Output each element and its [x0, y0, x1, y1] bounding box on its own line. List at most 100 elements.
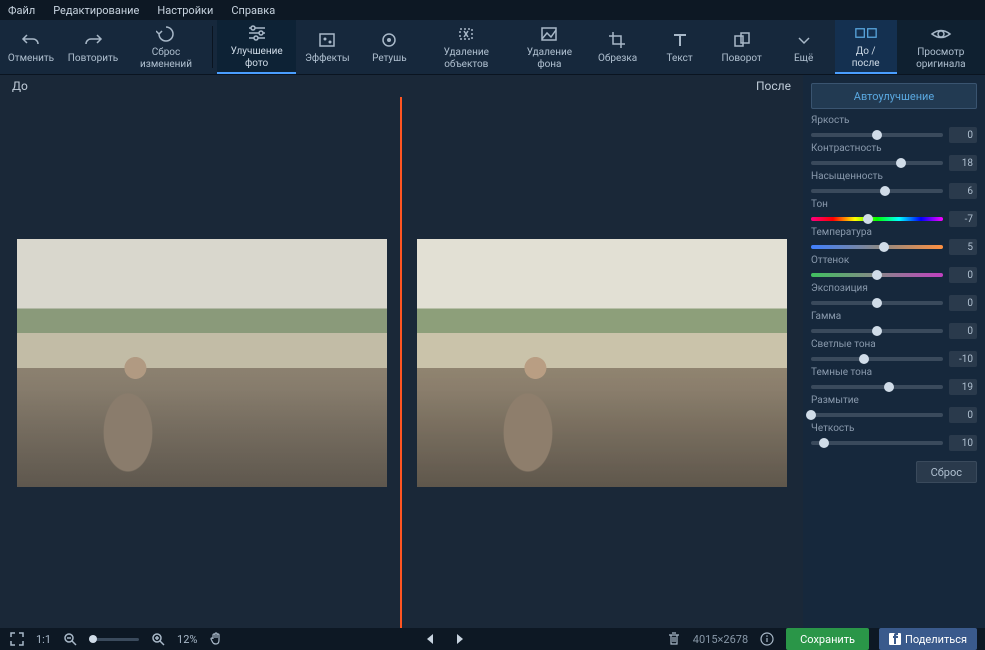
remove-objects-button[interactable]: Удаление объектов	[420, 20, 512, 74]
reset-label: Сброс изменений	[130, 47, 202, 71]
compare-divider[interactable]	[400, 97, 402, 628]
slider-track[interactable]	[811, 413, 943, 417]
remove-bg-button[interactable]: Удаление фона	[512, 20, 586, 74]
slider-value[interactable]: 0	[949, 323, 977, 339]
slider-экспозиция: Экспозиция0	[811, 283, 977, 311]
zoom-value: 12%	[177, 633, 197, 646]
slider-track[interactable]	[811, 385, 943, 389]
slider-value[interactable]: 5	[949, 239, 977, 255]
reset-changes-button[interactable]: Сброс изменений	[124, 20, 208, 74]
enhance-label: Улучшение фото	[223, 46, 291, 70]
slider-размытие: Размытие0	[811, 395, 977, 423]
share-button[interactable]: Поделиться	[879, 628, 977, 650]
image-after[interactable]	[417, 239, 787, 487]
slider-label: Контрастность	[811, 143, 977, 154]
redo-button[interactable]: Повторить	[62, 20, 124, 74]
after-label: После	[756, 79, 791, 93]
slider-label: Тон	[811, 199, 977, 210]
slider-track[interactable]	[811, 217, 943, 221]
menu-help[interactable]: Справка	[231, 4, 275, 17]
auto-enhance-button[interactable]: Автоулучшение	[811, 83, 977, 109]
slider-value[interactable]: 0	[949, 295, 977, 311]
slider-track[interactable]	[811, 245, 943, 249]
rotate-icon	[731, 29, 753, 51]
effects-button[interactable]: Эффекты	[296, 20, 358, 74]
menu-settings[interactable]: Настройки	[157, 4, 213, 17]
text-icon	[669, 29, 691, 51]
zoom-in-button[interactable]	[149, 630, 167, 648]
redo-label: Повторить	[68, 53, 118, 65]
slider-track[interactable]	[811, 441, 943, 445]
slider-четкость: Четкость10	[811, 423, 977, 451]
text-button[interactable]: Текст	[649, 20, 711, 74]
menu-edit[interactable]: Редактирование	[53, 4, 139, 17]
eraser-icon	[455, 23, 477, 45]
zoom-out-button[interactable]	[61, 630, 79, 648]
share-label: Поделиться	[905, 633, 967, 646]
crop-button[interactable]: Обрезка	[587, 20, 649, 74]
info-button[interactable]	[758, 630, 776, 648]
text-label: Текст	[667, 53, 693, 65]
facebook-icon	[889, 633, 901, 645]
slider-track[interactable]	[811, 301, 943, 305]
prev-button[interactable]	[421, 630, 439, 648]
crop-label: Обрезка	[598, 53, 637, 65]
sliders-icon	[246, 22, 268, 44]
slider-темные тона: Темные тона19	[811, 367, 977, 395]
canvas-area: До После	[0, 75, 803, 628]
fullscreen-button[interactable]	[8, 630, 26, 648]
slider-насыщенность: Насыщенность6	[811, 171, 977, 199]
redo-icon	[82, 29, 104, 51]
fit-button[interactable]: 1:1	[36, 633, 51, 646]
rotate-button[interactable]: Поворот	[711, 20, 773, 74]
slider-value[interactable]: 18	[949, 155, 977, 171]
slider-value[interactable]: 0	[949, 127, 977, 143]
slider-тон: Тон-7	[811, 199, 977, 227]
view-original-button[interactable]: Просмотр оригинала	[897, 20, 985, 74]
remove-bg-icon	[538, 23, 560, 45]
slider-label: Гамма	[811, 311, 977, 322]
slider-value[interactable]: 19	[949, 379, 977, 395]
chevron-down-icon	[793, 29, 815, 51]
undo-icon	[20, 29, 42, 51]
reset-sliders-button[interactable]: Сброс	[916, 461, 977, 483]
slider-value[interactable]: 0	[949, 407, 977, 423]
slider-гамма: Гамма0	[811, 311, 977, 339]
slider-светлые тона: Светлые тона-10	[811, 339, 977, 367]
more-button[interactable]: Ещё	[773, 20, 835, 74]
before-label: До	[12, 79, 28, 93]
slider-value[interactable]: -10	[949, 351, 977, 367]
next-button[interactable]	[451, 630, 469, 648]
slider-label: Насыщенность	[811, 171, 977, 182]
view-original-label: Просмотр оригинала	[903, 47, 979, 71]
slider-value[interactable]: 0	[949, 267, 977, 283]
undo-label: Отменить	[8, 53, 54, 65]
slider-track[interactable]	[811, 133, 943, 137]
before-after-button[interactable]: До / после	[835, 20, 897, 74]
slider-label: Яркость	[811, 115, 977, 126]
enhance-button[interactable]: Улучшение фото	[217, 20, 297, 74]
slider-track[interactable]	[811, 329, 943, 333]
delete-button[interactable]	[665, 630, 683, 648]
before-after-label: До / после	[841, 46, 891, 70]
slider-track[interactable]	[811, 189, 943, 193]
reset-icon	[155, 23, 177, 45]
remove-bg-label: Удаление фона	[518, 47, 580, 71]
slider-оттенок: Оттенок0	[811, 255, 977, 283]
undo-button[interactable]: Отменить	[0, 20, 62, 74]
slider-label: Экспозиция	[811, 283, 977, 294]
slider-track[interactable]	[811, 357, 943, 361]
save-button[interactable]: Сохранить	[786, 628, 869, 650]
retouch-button[interactable]: Ретушь	[358, 20, 420, 74]
rotate-label: Поворот	[722, 53, 762, 65]
slider-track[interactable]	[811, 273, 943, 277]
slider-value[interactable]: -7	[949, 211, 977, 227]
slider-value[interactable]: 10	[949, 435, 977, 451]
pan-button[interactable]	[207, 630, 225, 648]
slider-track[interactable]	[811, 161, 943, 165]
image-before[interactable]	[17, 239, 387, 487]
slider-label: Температура	[811, 227, 977, 238]
zoom-slider[interactable]	[89, 638, 139, 641]
menu-file[interactable]: Файл	[8, 4, 35, 17]
slider-value[interactable]: 6	[949, 183, 977, 199]
